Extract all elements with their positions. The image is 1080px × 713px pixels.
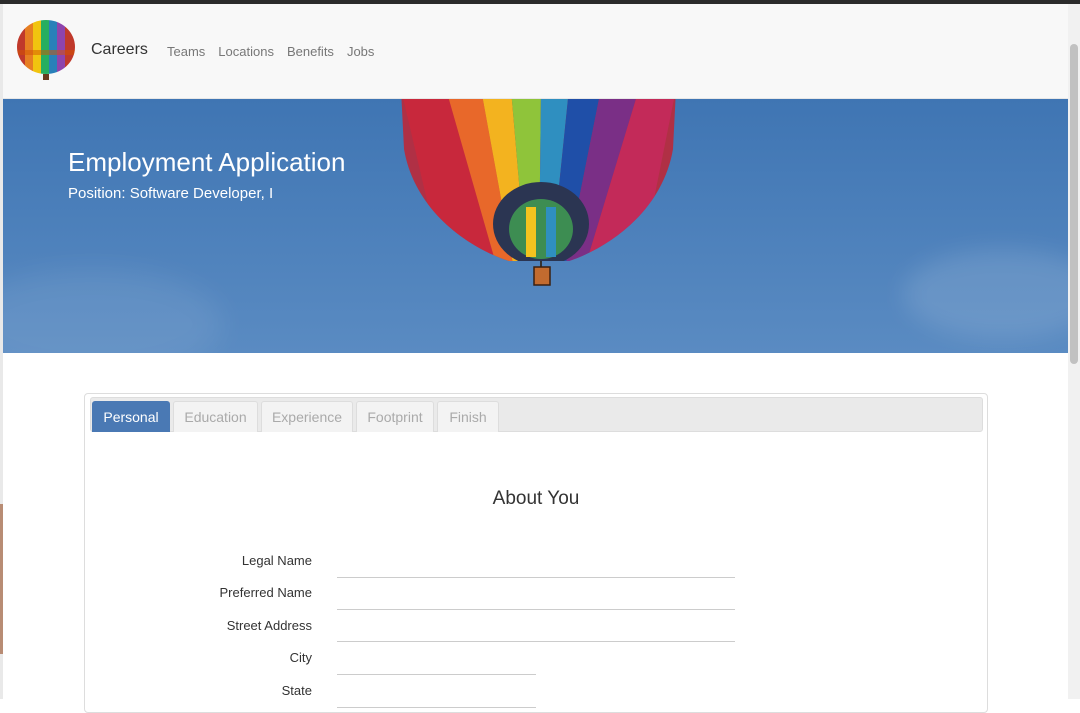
nav-link-benefits[interactable]: Benefits xyxy=(287,44,334,59)
nav-links: Teams Locations Benefits Jobs xyxy=(167,44,374,59)
nav-link-teams[interactable]: Teams xyxy=(167,44,205,59)
street-address-label: Street Address xyxy=(226,618,312,633)
hot-air-balloon-logo[interactable] xyxy=(16,20,76,82)
preferred-name-label: Preferred Name xyxy=(219,585,312,600)
legal-name-field[interactable] xyxy=(337,552,735,578)
tab-footprint[interactable]: Footprint xyxy=(356,401,434,432)
city-field[interactable] xyxy=(337,649,536,675)
street-address-field[interactable] xyxy=(337,616,735,642)
hero-banner: Employment Application Position: Softwar… xyxy=(3,99,1068,353)
preferred-name-field[interactable] xyxy=(337,584,735,610)
nav-link-jobs[interactable]: Jobs xyxy=(347,44,374,59)
position-subtitle: Position: Software Developer, I xyxy=(68,185,274,202)
legal-name-label: Legal Name xyxy=(241,553,312,568)
city-label: City xyxy=(289,650,312,665)
state-label: State xyxy=(281,683,312,698)
application-form-panel: Personal Education Experience Footprint … xyxy=(84,393,988,713)
nav-link-locations[interactable]: Locations xyxy=(218,44,274,59)
section-heading: About You xyxy=(492,488,580,509)
tab-personal[interactable]: Personal xyxy=(92,401,170,432)
vertical-scrollbar[interactable] xyxy=(1068,4,1080,699)
state-field[interactable] xyxy=(337,682,536,708)
tab-experience[interactable]: Experience xyxy=(261,401,353,432)
brand-link[interactable]: Careers xyxy=(91,41,148,59)
tab-education[interactable]: Education xyxy=(173,401,258,432)
form-tabs: Personal Education Experience Footprint … xyxy=(90,397,983,432)
hot-air-balloon-image xyxy=(401,99,676,286)
scrollbar-thumb[interactable] xyxy=(1070,44,1078,364)
navbar: Careers Teams Locations Benefits Jobs xyxy=(3,4,1068,99)
tab-finish[interactable]: Finish xyxy=(437,401,499,432)
page-title: Employment Application xyxy=(68,147,346,177)
